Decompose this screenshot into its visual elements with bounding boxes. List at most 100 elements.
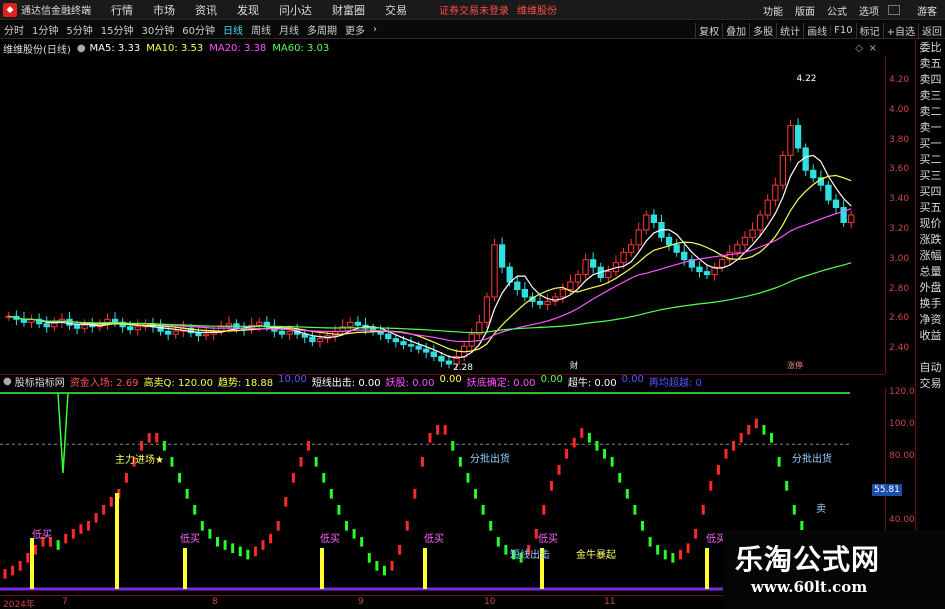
- stock-name[interactable]: 维维股份(日线): [3, 41, 71, 56]
- indicator-settings-icon[interactable]: ●: [3, 376, 12, 387]
- chevron-right-icon[interactable]: ›: [369, 24, 381, 35]
- ma10-label: MA10: 3.53: [146, 42, 204, 54]
- menu-market[interactable]: 市场: [153, 2, 175, 18]
- signal-label-11: 卖: [816, 503, 826, 515]
- candle-body: [498, 244, 506, 268]
- stats-button[interactable]: 统计: [776, 22, 803, 38]
- period-daily[interactable]: 日线: [219, 22, 247, 37]
- signal-label-8: 分批出货: [792, 452, 832, 465]
- candle-body: [681, 251, 688, 261]
- period-weekly[interactable]: 周线: [247, 22, 275, 37]
- chart-header: 维维股份(日线) ● MA5: 3.33 MA10: 3.53 MA20: 3.…: [0, 40, 885, 56]
- indicator-value-6: 0.00: [439, 374, 462, 385]
- guest-label[interactable]: 游客: [917, 3, 937, 18]
- mark-button[interactable]: 标记: [855, 22, 883, 38]
- indicator-name[interactable]: 股标指标网: [15, 374, 65, 389]
- period-multi[interactable]: 多周期: [303, 22, 341, 37]
- multi-stock-button[interactable]: 多股: [749, 22, 776, 38]
- indicator-value-10: 0.00: [621, 374, 644, 385]
- ma5-label: MA5: 3.33: [89, 42, 141, 54]
- period-60min[interactable]: 60分钟: [178, 22, 219, 37]
- menu-function[interactable]: 功能: [763, 3, 783, 18]
- period-1min[interactable]: 1分钟: [28, 22, 62, 37]
- menu-layout[interactable]: 版面: [795, 3, 815, 18]
- quote-label-16: 换手: [919, 297, 942, 310]
- indicator-value-2: 趋势: 18.88: [217, 378, 274, 389]
- date-tick-4: 10: [484, 597, 496, 607]
- menu-ask[interactable]: 问小达: [279, 2, 312, 18]
- candle-body: [278, 330, 286, 335]
- candle-body: [719, 259, 726, 268]
- signal-bar-0: [30, 538, 34, 589]
- period-more[interactable]: 更多: [341, 22, 369, 37]
- candle-body: [316, 338, 324, 343]
- close-icon[interactable]: ×: [869, 43, 877, 54]
- menu-quotes[interactable]: 行情: [111, 2, 133, 18]
- signal-label-3: 低买: [320, 532, 340, 545]
- candle-body: [794, 125, 802, 149]
- period-30min[interactable]: 30分钟: [137, 22, 178, 37]
- back-button[interactable]: 返回: [918, 22, 945, 38]
- low-price-label: 2.28: [453, 363, 473, 373]
- candle-body: [779, 154, 787, 186]
- quote-label-6: 买一: [919, 137, 942, 150]
- menu-wealth[interactable]: 财富圈: [332, 2, 365, 18]
- candle-body: [544, 300, 551, 305]
- candle-body: [605, 271, 612, 279]
- quote-label-5: 卖一: [919, 121, 942, 134]
- quote-label-26: [916, 456, 945, 472]
- adjust-button[interactable]: 复权: [695, 22, 722, 38]
- candle-body: [286, 330, 293, 335]
- login-status[interactable]: 证券交易未登录: [439, 2, 509, 17]
- indicator-tick-3: 40.00: [889, 515, 915, 525]
- menu-trade[interactable]: 交易: [385, 2, 407, 18]
- menu-news[interactable]: 资讯: [195, 2, 217, 18]
- quote-label-13: 涨幅: [919, 249, 942, 262]
- candle-body: [172, 330, 179, 335]
- price-tick-0: 4.20: [889, 74, 910, 85]
- quote-label-19: [916, 344, 945, 360]
- candle-body: [309, 336, 316, 343]
- collapse-icon[interactable]: ◇: [855, 43, 863, 54]
- candle-body: [559, 289, 566, 298]
- settings-dot-icon[interactable]: ●: [77, 43, 86, 54]
- event-tag: 涨停: [787, 360, 803, 370]
- price-tick-2: 3.80: [889, 134, 910, 145]
- period-tick[interactable]: 分时: [0, 22, 28, 37]
- restore-icon[interactable]: [888, 5, 900, 15]
- price-axis: 4.20 4.00 3.80 3.60 3.40 3.20 3.00 2.80 2.60 2.40: [885, 56, 915, 374]
- quote-label-23: [916, 408, 945, 424]
- candle-body: [202, 333, 210, 337]
- quote-label-9: 买四: [919, 185, 942, 198]
- menu-options[interactable]: 选项: [859, 3, 879, 18]
- indicator-value-11: 再均超越: 0: [648, 378, 702, 389]
- menu-formula[interactable]: 公式: [827, 3, 847, 18]
- price-tick-4: 3.40: [889, 194, 910, 205]
- ma-line-ma20: [8, 208, 852, 343]
- candle-body: [840, 207, 847, 223]
- draw-line-button[interactable]: 画线: [803, 22, 830, 38]
- indicator-tick-2: 80.00: [889, 451, 915, 461]
- period-5min[interactable]: 5分钟: [62, 22, 96, 37]
- period-monthly[interactable]: 月线: [275, 22, 303, 37]
- price-tick-5: 3.20: [889, 223, 910, 234]
- candle-body: [521, 289, 529, 298]
- quote-label-24: [916, 424, 945, 440]
- quote-label-14: 总量: [919, 265, 942, 278]
- overlay-button[interactable]: 叠加: [722, 22, 749, 38]
- candle-body: [165, 330, 172, 335]
- period-15min[interactable]: 15分钟: [97, 22, 138, 37]
- candlestick-chart[interactable]: 4.22 2.28 财 涨停: [0, 56, 885, 374]
- candle-body: [673, 244, 680, 253]
- f10-button[interactable]: F10: [830, 24, 855, 36]
- candle-body: [430, 351, 437, 358]
- quote-label-1: 卖五: [919, 57, 942, 70]
- candle-body: [483, 296, 491, 323]
- candle-body: [536, 300, 544, 305]
- quote-label-12: 涨跌: [919, 233, 942, 246]
- menu-discover[interactable]: 发现: [237, 2, 259, 18]
- add-watchlist-button[interactable]: +自选: [882, 22, 918, 38]
- candle-body: [756, 214, 764, 231]
- quote-label-2: 卖四: [919, 73, 942, 86]
- watermark-title: 乐淘公式网: [735, 543, 881, 576]
